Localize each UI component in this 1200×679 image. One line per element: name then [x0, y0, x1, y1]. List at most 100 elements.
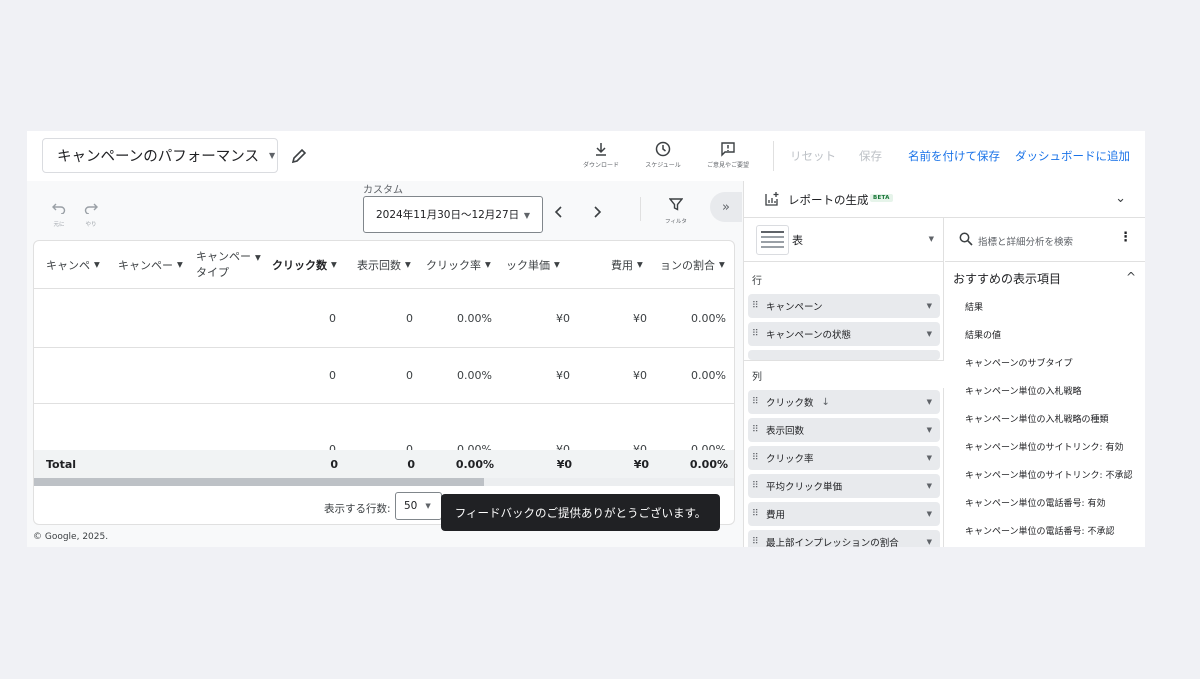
column-header-avg-cpc[interactable]: ック単価 ▼ — [506, 241, 572, 288]
save-as-button[interactable]: 名前を付けて保存 — [908, 148, 1000, 164]
recommended-item[interactable]: キャンペーン単位の電話番号: 有効 — [965, 496, 1105, 509]
field-search[interactable]: 指標と詳細分析を検索 ⋮ — [945, 218, 1145, 262]
report-table: キャンペ ▼ キャンペー ▼ キャンペー ▼ タイプ クリック数 ▼ 表示回数 ▼ クリッ… — [33, 240, 735, 525]
table-visualization-icon — [756, 225, 789, 255]
toolbar-divider — [640, 197, 641, 221]
chip-label: キャンペーンの状態 — [766, 330, 852, 341]
column-header-ctr[interactable]: クリック率 ▼ — [426, 241, 496, 288]
cell-top-impression-share: 0.00% — [691, 312, 726, 325]
pencil-icon[interactable] — [289, 146, 309, 166]
column-header-campaign[interactable]: キャンペ ▼ — [46, 241, 112, 288]
column-header-clicks[interactable]: クリック数 ▼ — [272, 241, 348, 288]
drag-handle-icon[interactable]: ⠿ — [752, 425, 766, 435]
panel-header[interactable]: レポートの生成 BETA ⌄ — [744, 181, 1145, 218]
sort-icon: ▼ — [255, 253, 261, 262]
filter-button[interactable]: フィルタ — [658, 196, 694, 225]
redo-label: やり — [85, 222, 97, 228]
drag-handle-icon[interactable]: ⠿ — [752, 537, 766, 547]
chevron-down-icon: ▼ — [523, 211, 530, 220]
cell-clicks: 0 — [329, 369, 336, 382]
row-divider — [34, 347, 734, 348]
sort-icon: ▼ — [177, 260, 183, 269]
cell-ctr: 0.00% — [457, 369, 492, 382]
chevron-down-icon[interactable]: ⌄ — [1115, 191, 1126, 206]
date-range-select[interactable]: 2024年11月30日〜12月27日 ▼ — [363, 196, 543, 233]
row-chip-campaign[interactable]: ⠿ キャンペーン ▼ — [748, 294, 940, 318]
toast-message: フィードバックのご提供ありがとうございます。 — [454, 505, 707, 520]
undo-button[interactable]: 元に — [51, 199, 67, 228]
recommended-item[interactable]: キャンペーンのサブタイプ — [965, 356, 1073, 369]
column-header-impressions[interactable]: 表示回数 ▼ — [357, 241, 419, 288]
chevron-down-icon: ▼ — [425, 502, 431, 510]
column-header-top-impression-share[interactable]: ョンの割合 ▼ — [660, 241, 734, 288]
column-header-cost[interactable]: 費用 ▼ — [611, 241, 651, 288]
horizontal-scrollbar[interactable] — [34, 478, 734, 486]
download-button[interactable]: ダウンロード — [571, 141, 631, 169]
drag-handle-icon[interactable]: ⠿ — [752, 397, 766, 407]
expand-panel-button[interactable]: » — [710, 192, 742, 222]
double-chevron-icon: » — [722, 199, 730, 215]
recommended-item[interactable]: キャンペーン単位の電話番号: 不承認 — [965, 524, 1114, 537]
drag-handle-icon[interactable]: ⠿ — [752, 481, 766, 491]
date-range-label: カスタム — [363, 185, 403, 196]
column-header-label: タイプ — [196, 266, 229, 279]
column-chip-clicks[interactable]: ⠿ クリック数 ↓ ▼ — [748, 390, 940, 414]
column-chip-cost[interactable]: ⠿ 費用 ▼ — [748, 502, 940, 526]
recommended-item[interactable]: 結果の値 — [965, 328, 1001, 341]
recommended-item[interactable]: キャンペーン単位のサイトリンク: 有効 — [965, 440, 1123, 453]
recommended-section-title[interactable]: おすすめの表示項目 — [953, 270, 1061, 287]
add-to-dashboard-button[interactable]: ダッシュボードに追加 — [1015, 148, 1130, 164]
recommended-item[interactable]: 結果 — [965, 300, 983, 313]
reset-button[interactable]: リセット — [790, 148, 836, 164]
scrollbar-thumb[interactable] — [34, 478, 484, 486]
visualization-select[interactable]: 表 ▼ — [744, 218, 944, 262]
recommended-item[interactable]: キャンペーン単位の入札戦略 — [965, 384, 1082, 397]
column-chip-avg-cpc[interactable]: ⠿ 平均クリック単価 ▼ — [748, 474, 940, 498]
total-clicks: 0 — [330, 458, 338, 471]
more-vert-icon[interactable]: ⋮ — [1119, 230, 1132, 245]
column-header-label: クリック数 — [272, 258, 327, 272]
column-header-line: キャンペー ▼ — [196, 249, 261, 265]
cell-impressions: 0 — [406, 369, 413, 382]
redo-button[interactable]: やり — [83, 199, 99, 228]
cell-avg-cpc: ¥0 — [556, 312, 570, 325]
schedule-button[interactable]: スケジュール — [633, 141, 693, 169]
sort-icon: ▼ — [637, 260, 643, 269]
drag-handle-icon[interactable]: ⠿ — [752, 509, 766, 519]
column-header-label: 費用 — [611, 258, 633, 272]
previous-period-icon[interactable] — [553, 205, 565, 219]
row-divider — [34, 288, 734, 289]
next-period-icon[interactable] — [591, 205, 603, 219]
columns-section-label: 列 — [752, 372, 762, 383]
save-button[interactable]: 保存 — [859, 148, 882, 164]
cell-clicks: 0 — [329, 312, 336, 325]
row-chip-partial[interactable] — [748, 350, 940, 360]
chip-label: 最上部インプレッションの割合 — [766, 538, 899, 547]
sort-icon: ▼ — [485, 260, 491, 269]
recommended-item[interactable]: キャンペーン単位の入札戦略の種類 — [965, 412, 1109, 425]
column-chip-ctr[interactable]: ⠿ クリック率 ▼ — [748, 446, 940, 470]
row-chip-campaign-status[interactable]: ⠿ キャンペーンの状態 ▼ — [748, 322, 940, 346]
search-input[interactable]: 指標と詳細分析を検索 — [978, 234, 1073, 248]
schedule-label: スケジュール — [645, 162, 681, 169]
drag-handle-icon[interactable]: ⠿ — [752, 301, 766, 311]
column-chip-top-impression-share[interactable]: ⠿ 最上部インプレッションの割合 ▼ — [748, 530, 940, 547]
feedback-button[interactable]: ご意見やご要望 — [698, 141, 758, 169]
recommended-item[interactable]: キャンペーン単位のサイトリンク: 不承認 — [965, 468, 1132, 481]
drag-handle-icon[interactable]: ⠿ — [752, 453, 766, 463]
redo-icon — [84, 203, 98, 215]
sort-icon: ▼ — [331, 260, 337, 269]
chevron-up-icon[interactable]: ^ — [1126, 270, 1136, 284]
chevron-down-icon: ▼ — [926, 302, 932, 310]
drag-handle-icon[interactable]: ⠿ — [752, 329, 766, 339]
report-title-select[interactable]: キャンペーンのパフォーマンス ▼ — [42, 138, 278, 173]
column-header-campaign-type[interactable]: キャンペー ▼ タイプ — [196, 241, 262, 288]
column-chip-impressions[interactable]: ⠿ 表示回数 ▼ — [748, 418, 940, 442]
column-header-label: キャンペー — [118, 258, 173, 272]
rows-per-page-select[interactable]: 50 ▼ — [395, 492, 442, 520]
copyright: © Google, 2025. — [33, 532, 109, 542]
column-header-campaign-status[interactable]: キャンペー ▼ — [118, 241, 190, 288]
column-header-label: キャンペー — [196, 250, 251, 263]
chevron-down-icon: ▼ — [926, 482, 932, 490]
total-cost: ¥0 — [633, 458, 649, 471]
